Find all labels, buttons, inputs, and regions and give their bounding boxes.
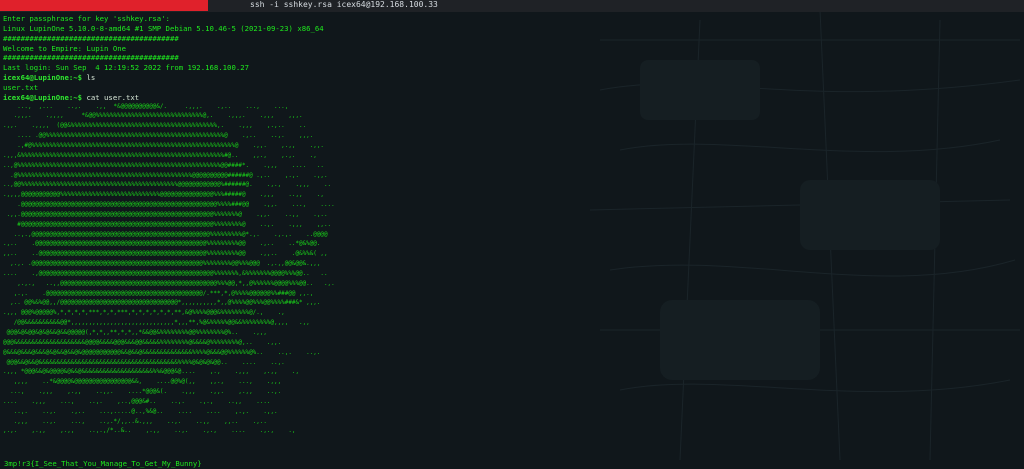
ascii-art-line: .@%%%%%%%%%%%%%%%%%%%%%%%%%%%%%%%%%%%%%%… bbox=[3, 172, 328, 179]
ascii-art-line: #@@@@@@@@@@@@@@@@@@@@@@@@@@@@@@@@@@@@@@@… bbox=[3, 221, 332, 228]
ascii-art-line: ..,@%%%%%%%%%%%%%%%%%%%%%%%%%%%%%%%%%%%%… bbox=[3, 162, 324, 169]
ascii-art-line: .,,, *@@@&&@&@@@@&@&&@&&&&&&&&&&&&&&&&&&… bbox=[3, 369, 300, 376]
ascii-art-line: ..,. ..,. .,.. ...,.....@..,%&@.. .... .… bbox=[3, 408, 278, 415]
flag-line: 3mp!r3{I_See_That_You_Manage_To_Get_My_B… bbox=[4, 459, 202, 468]
desktop: ssh -i sshkey.rsa icex64@192.168.100.33 … bbox=[0, 0, 1024, 469]
ascii-art-line: .,,,. .,,,, *&@@%%%%%%%%%%%%%%%%%%%%%%%%… bbox=[3, 113, 303, 120]
command-cat: cat user.txt bbox=[82, 92, 140, 102]
login-line-kernel: Linux LupinOne 5.10.0-8-amd64 #1 SMP Deb… bbox=[3, 23, 324, 33]
terminal-pane[interactable]: Enter passphrase for key 'sshkey.rsa': L… bbox=[3, 14, 563, 469]
banner-separator-top: ######################################## bbox=[3, 33, 179, 43]
ascii-art-line: ,.. @@%&%@@,,/@@@@@@@@@@@@@@@@@@@@@@@@@@… bbox=[3, 300, 321, 307]
ascii-art-line: ,,,, ..*&@@@@&@@@@@@@@@@@@@@@@&&, ....@@… bbox=[3, 379, 282, 386]
ascii-art-line: .,,, @@@%@@@@@%,*,*,*,*,***,*,*,***,*,*,… bbox=[3, 310, 285, 317]
ascii-art-line: @@@&&&&&&&&&&&&&&&&&&&&@@@@&&&&@@@&&&@@&… bbox=[3, 339, 282, 346]
ascii-art-line: .... .,@@@@@@@@@@@@@@@@@@@@@@@@@@@@@@@@@… bbox=[3, 270, 328, 277]
ascii-art-line: ,.,. .@@@@@@@@@@@@@@@@@@@@@@@@@@@@@@@@@@… bbox=[3, 290, 314, 297]
ascii-art-line: .,.. .@@@@@@@@@@@@@@@@@@@@@@@@@@@@@@@@@@… bbox=[3, 241, 321, 248]
ascii-art-line: .,,,&%%%%%%%%%%%%%%%%%%%%%%%%%%%%%%%%%%%… bbox=[3, 152, 317, 159]
ascii-art-line: ..., .,,, ,.,, ..,,. ....*@@@&(. .,,, .,… bbox=[3, 389, 282, 396]
ascii-art-line: ..,@@%%%%%%%%%%%%%%%%%%%%%%%%%%%%%%%%%%%… bbox=[3, 182, 332, 189]
terminal-title-bar: ssh -i sshkey.rsa icex64@192.168.100.33 bbox=[0, 0, 1024, 12]
ascii-art-line: .,,.@@@@@@@@@@@@@@@@@@@@@@@@@@@@@@@@@@@@… bbox=[3, 211, 328, 218]
ascii-art-line: .,,, ..,. ..., ..,.*/,,..&.,,, ..,. ..,,… bbox=[3, 418, 267, 425]
ascii-art-line: @@@&&@&&@&&&&&&&&&&&&&&&&&&&&&&&&&&&&&&&… bbox=[3, 359, 285, 366]
ascii-art-line: ,.,., ..,,@@@@@@@@@@@@@@@@@@@@@@@@@@@@@@… bbox=[3, 280, 335, 287]
ascii-art-line: ..,.,@@@@@@@@@@@@@@@@@@@@@@@@@@@@@@@@@@@… bbox=[3, 231, 328, 238]
ascii-art-line: .... .,,, ..., ..,. ,..,@@@&#.. ..,. .,.… bbox=[3, 398, 271, 405]
ascii-art-line: .... .@@%%%%%%%%%%%%%%%%%%%%%%%%%%%%%%%%… bbox=[3, 133, 314, 140]
ascii-art-line: .,,. .,,,, (@@&%%%%%%%%%%%%%%%%%%%%%%%%%… bbox=[3, 123, 307, 130]
banner-welcome: Welcome to Empire: Lupin One bbox=[3, 43, 127, 53]
ascii-art-line: ..., ,... ..,. .,, *&@@@@@@@@@@&/. .,,,.… bbox=[3, 103, 289, 110]
login-line-passphrase: Enter passphrase for key 'sshkey.rsa': bbox=[3, 14, 170, 23]
ascii-art-line: ,.,. ,.,, ,.,, ..,.,/*..&.. ,.,, ..,. .,… bbox=[3, 428, 296, 435]
ascii-art-line: .,,,,@@@@@@@@@@@%%%%%%%%%%%%%%%%%%%%%%%%… bbox=[3, 192, 324, 199]
redacted-tab[interactable] bbox=[0, 0, 208, 11]
ascii-art-output: ..., ,... ..,. .,, *&@@@@@@@@@@&/. .,,,.… bbox=[3, 103, 563, 438]
ascii-art-line: .,#@%%%%%%%%%%%%%%%%%%%%%%%%%%%%%%%%%%%%… bbox=[3, 142, 324, 149]
ascii-art-line: .@@@@@@@@@@@@@@@@@@@@@@@@@@@@@@@@@@@@@@@… bbox=[3, 202, 335, 209]
shell-prompt: icex64@LupinOne:~$ bbox=[3, 92, 83, 102]
ascii-art-line: @&&&@&&&@&&&@&@&&@&&@&@@@@@@@@@@@&&@&&@&… bbox=[3, 349, 321, 356]
ascii-art-line: ,.,. .@@@@@@@@@@@@@@@@@@@@@@@@@@@@@@@@@@… bbox=[3, 261, 321, 268]
ascii-art-line: ,,.. ..@@@@@@@@@@@@@@@@@@@@@@@@@@@@@@@@@… bbox=[3, 251, 328, 258]
window-title: ssh -i sshkey.rsa icex64@192.168.100.33 bbox=[250, 0, 438, 9]
ls-output: user.txt bbox=[3, 82, 39, 92]
ascii-art-line: /@@&&&&&&&&&&@@*,,,,,,,,,,,,,,,,,,,,,,,,… bbox=[3, 320, 310, 327]
command-ls: ls bbox=[82, 73, 96, 83]
terminal-output: Enter passphrase for key 'sshkey.rsa': L… bbox=[3, 14, 563, 103]
ascii-art-line: @@@&@&@@&@&@&&@&&@@@@@(,*,*,,**,*,*,,*&&… bbox=[3, 330, 267, 336]
banner-separator-bottom: ######################################## bbox=[3, 53, 179, 63]
last-login-line: Last login: Sun Sep 4 12:19:52 2022 from… bbox=[3, 63, 250, 73]
shell-prompt: icex64@LupinOne:~$ bbox=[3, 73, 83, 83]
